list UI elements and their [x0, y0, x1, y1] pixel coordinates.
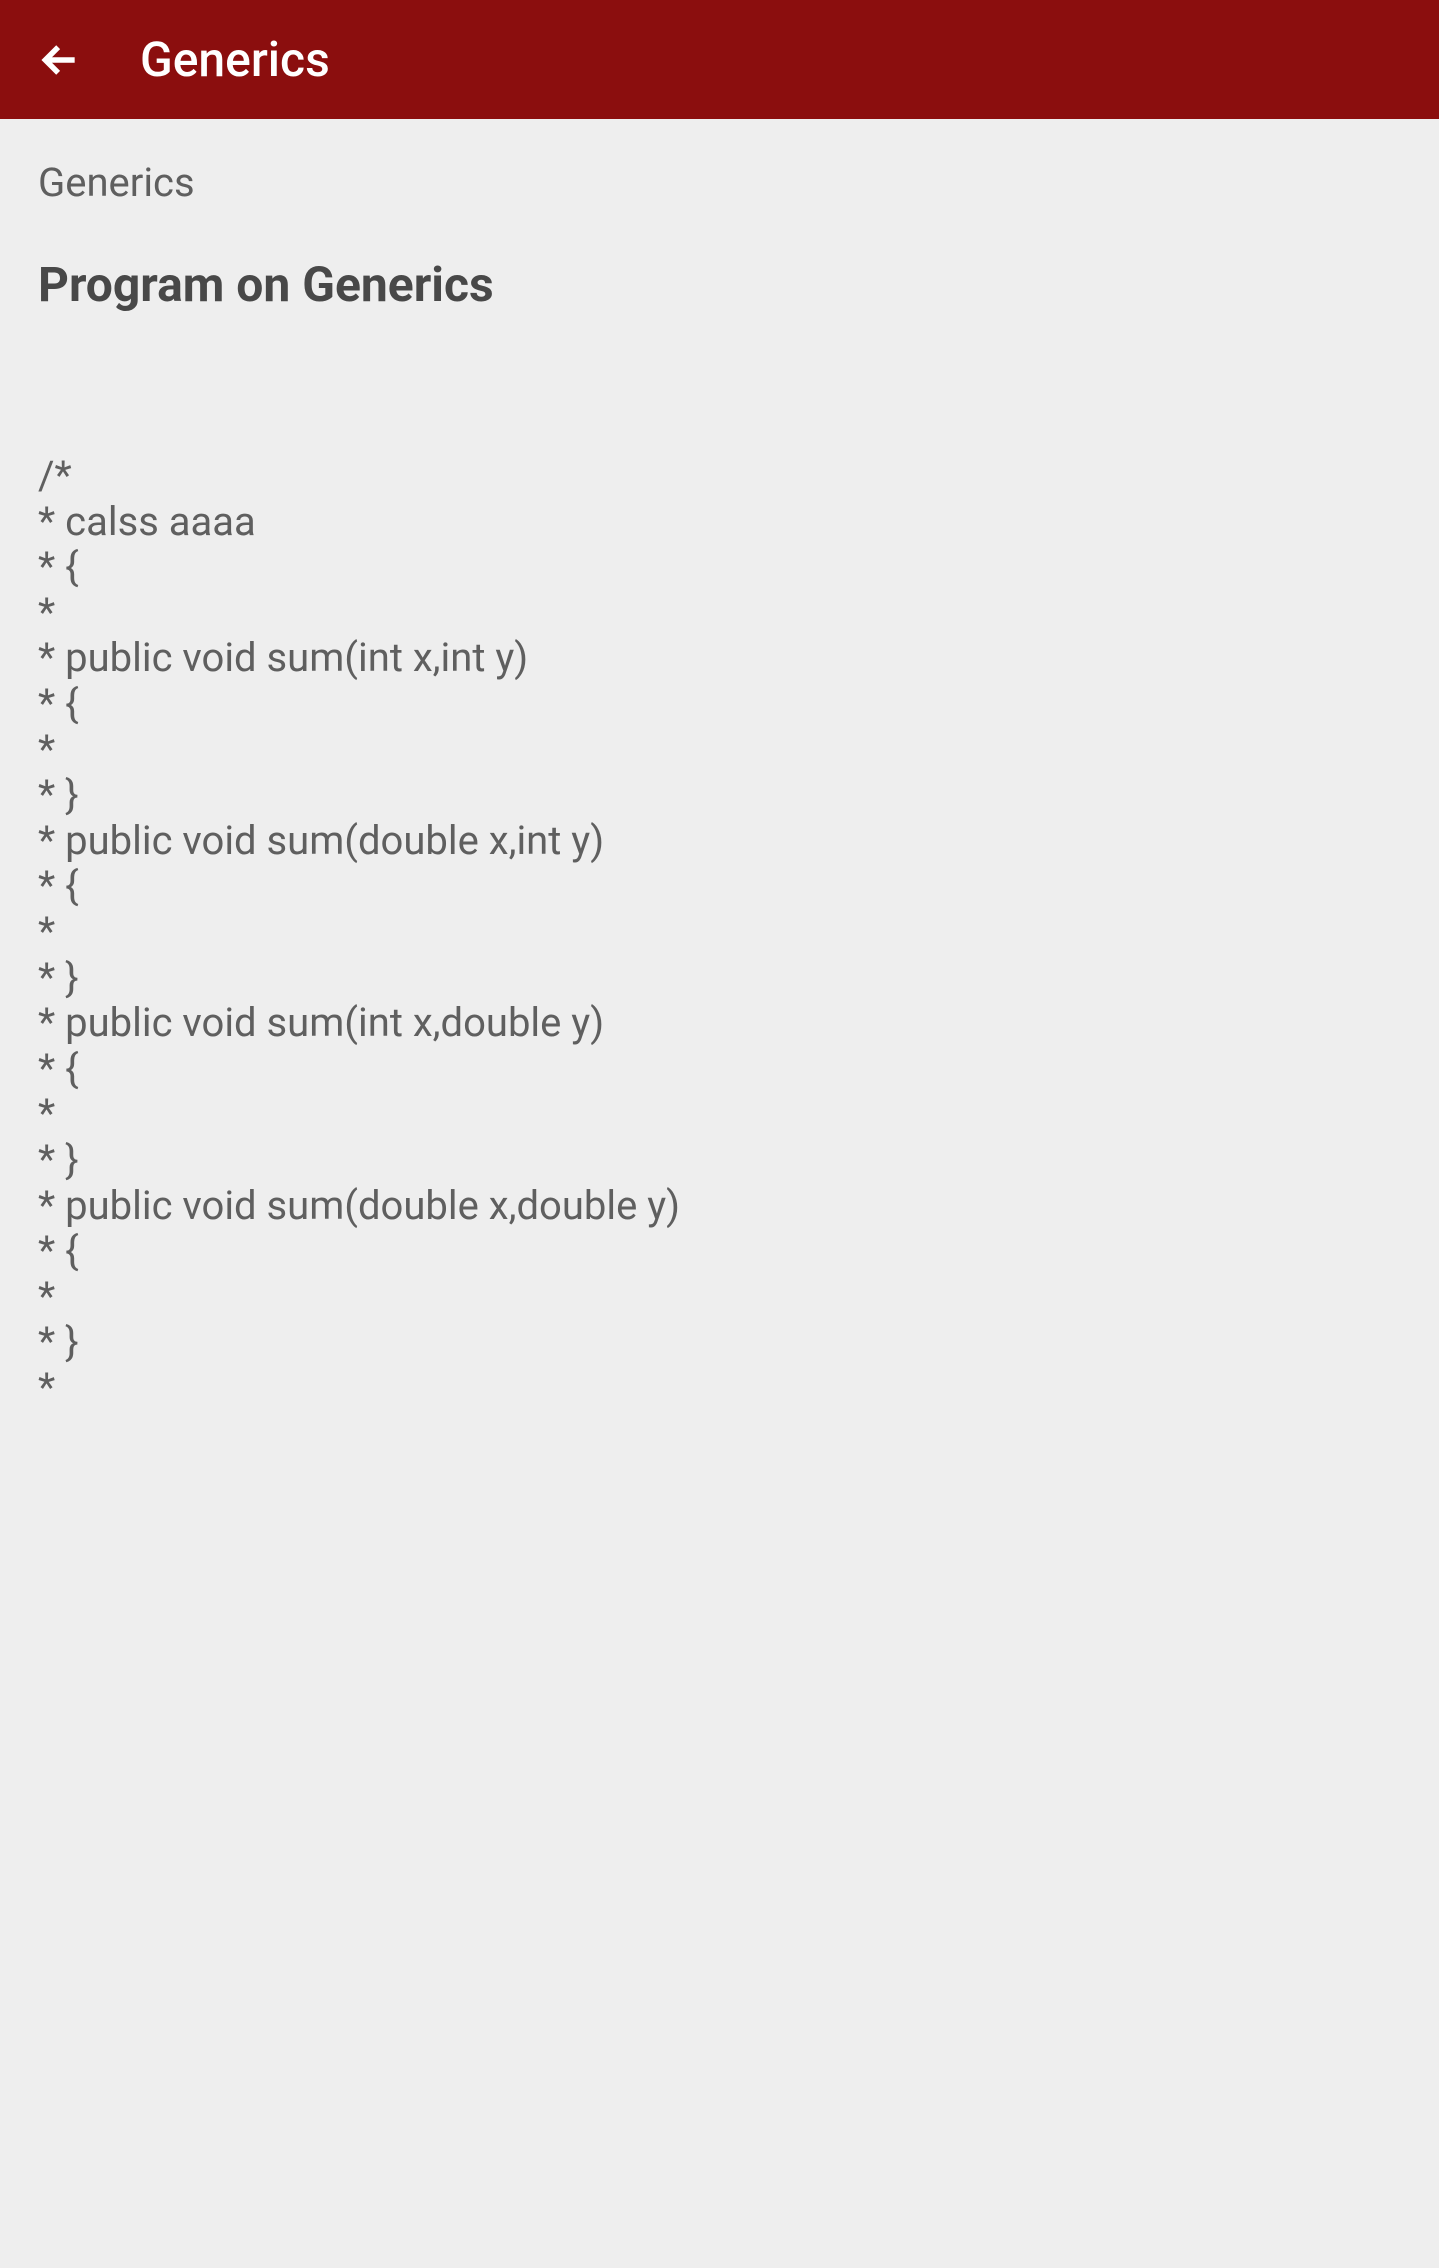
back-arrow-icon [38, 38, 82, 82]
app-title: Generics [140, 31, 330, 88]
code-block: /* * calss aaaa * { * * public void sum(… [38, 453, 1401, 1410]
app-bar: Generics [0, 0, 1439, 119]
page-subtitle: Generics [38, 159, 1401, 206]
section-title: Program on Generics [38, 256, 1401, 313]
content-area: Generics Program on Generics /* * calss … [0, 119, 1439, 1450]
back-button[interactable] [30, 30, 90, 90]
